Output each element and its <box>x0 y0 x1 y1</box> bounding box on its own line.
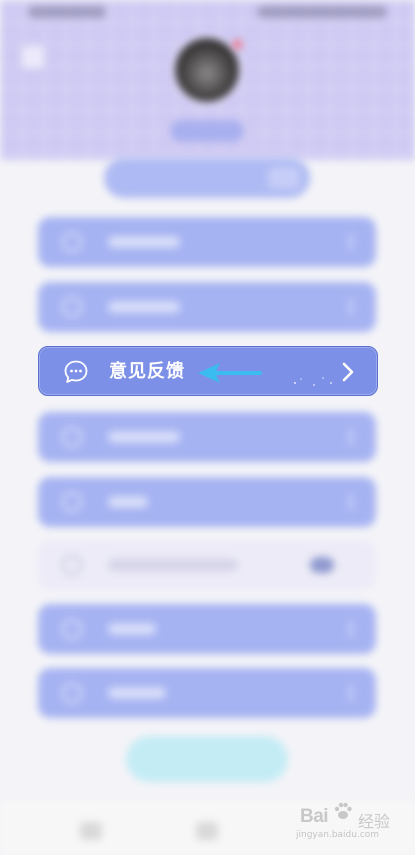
menu-item-icon <box>62 555 82 575</box>
toggle-switch[interactable] <box>310 557 334 573</box>
menu-item-icon <box>62 619 82 639</box>
chevron-right-icon <box>342 362 354 382</box>
status-icons <box>257 6 387 18</box>
chevron-right-icon <box>342 234 352 250</box>
tab-icon[interactable] <box>80 822 102 840</box>
menu-item-label <box>108 496 148 508</box>
menu-item-icon <box>62 232 82 252</box>
menu-item-1[interactable] <box>38 217 376 267</box>
back-icon[interactable] <box>22 46 44 68</box>
info-tag <box>268 167 300 189</box>
menu-item-5[interactable] <box>38 477 376 527</box>
status-time <box>28 6 106 18</box>
menu-item-label <box>108 236 180 248</box>
chevron-right-icon <box>342 621 352 637</box>
username <box>170 120 244 142</box>
menu-item-label <box>108 559 238 571</box>
menu-item-icon <box>62 492 82 512</box>
menu-item-4[interactable] <box>38 412 376 462</box>
baidu-jingyan-watermark: Bai 经验 jingyan.baidu.com <box>296 800 406 844</box>
chevron-right-icon <box>342 685 352 701</box>
bottom-action-button[interactable] <box>126 736 288 782</box>
menu-item-icon <box>62 297 82 317</box>
menu-item-label <box>108 623 156 635</box>
chevron-right-icon <box>342 299 352 315</box>
watermark-brand: Bai <box>300 806 329 827</box>
watermark-url: jingyan.baidu.com <box>296 830 380 840</box>
chevron-right-icon <box>342 429 352 445</box>
watermark-suffix: 经验 <box>358 812 391 831</box>
chevron-right-icon <box>342 494 352 510</box>
arrow-left-icon <box>198 363 262 383</box>
menu-item-icon <box>62 683 82 703</box>
menu-item-label <box>108 431 180 443</box>
paw-icon <box>334 802 352 819</box>
avatar[interactable] <box>172 35 242 105</box>
menu-item-label <box>108 301 180 313</box>
profile-info-pill[interactable] <box>104 158 310 198</box>
menu-item-toggle[interactable] <box>38 540 376 590</box>
menu-item-7[interactable] <box>38 604 376 654</box>
tab-icon[interactable] <box>196 822 218 840</box>
avatar-badge <box>233 40 242 49</box>
menu-item-label <box>108 687 166 699</box>
menu-item-icon <box>62 427 82 447</box>
menu-item-8[interactable] <box>38 668 376 718</box>
status-bar <box>0 0 415 26</box>
menu-item-2[interactable] <box>38 282 376 332</box>
